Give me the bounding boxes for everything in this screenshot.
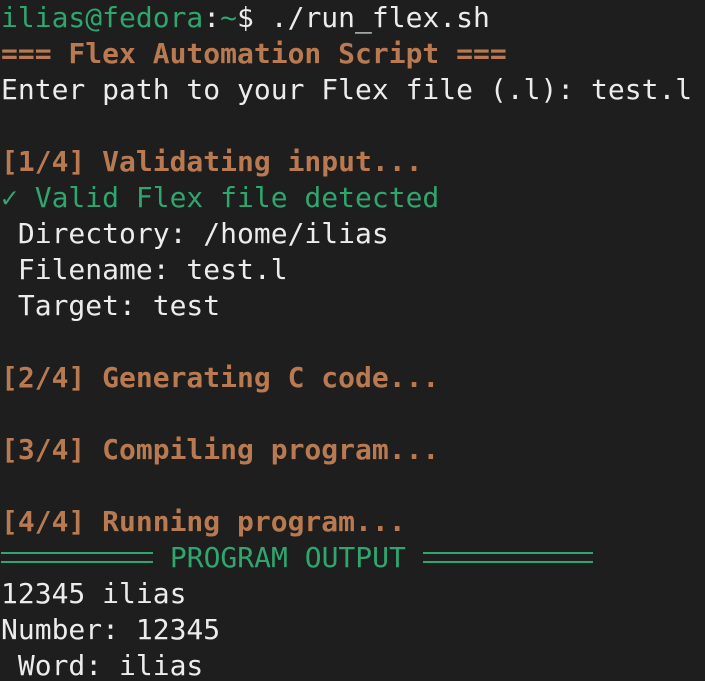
banner-label: PROGRAM OUTPUT	[169, 541, 406, 574]
terminal-window[interactable]: ilias@fedora:~$ ./run_flex.sh === Flex A…	[0, 0, 705, 681]
prompt-separator: :	[203, 1, 221, 34]
output-line: 12345 ilias	[1, 577, 187, 610]
banner-rule-left	[1, 551, 153, 563]
step4-title: [4/4] Running program...	[1, 505, 406, 538]
prompt-path: ~	[220, 1, 238, 34]
program-output-banner: PROGRAM OUTPUT	[1, 540, 705, 576]
output-line: Word: ilias	[1, 649, 204, 681]
step1-directory: Directory: /home/ilias	[1, 217, 389, 250]
banner-rule-right	[422, 551, 593, 563]
prompt-command: ./run_flex.sh	[253, 1, 490, 34]
step1-valid-message: ✓ Valid Flex file detected	[1, 181, 440, 214]
script-header: === Flex Automation Script ===	[1, 37, 507, 70]
prompt-symbol: $	[237, 1, 254, 34]
step2-title: [2/4] Generating C code...	[1, 361, 440, 394]
prompt-user-host: ilias@fedora	[1, 1, 204, 34]
shell-prompt-line: ilias@fedora:~$ ./run_flex.sh	[1, 0, 705, 36]
step1-target: Target: test	[1, 289, 221, 322]
output-line: Number: 12345	[1, 613, 221, 646]
step1-title: [1/4] Validating input...	[1, 145, 423, 178]
step1-filename: Filename: test.l	[1, 253, 288, 286]
step3-title: [3/4] Compiling program...	[1, 433, 440, 466]
input-line: Enter path to your Flex file (.l): test.…	[1, 73, 693, 106]
